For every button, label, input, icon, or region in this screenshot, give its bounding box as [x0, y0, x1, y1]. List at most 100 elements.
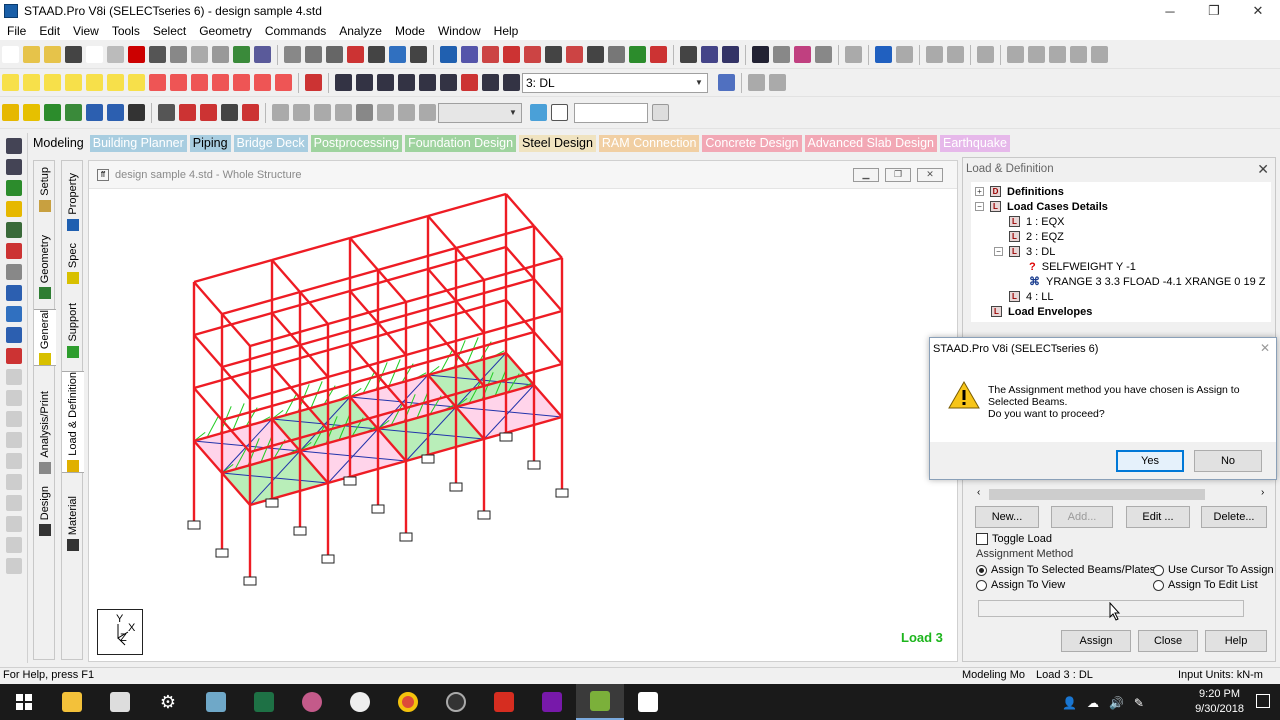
page-tab-modeling[interactable]: Modeling	[30, 134, 87, 152]
fixed-support[interactable]	[477, 510, 491, 520]
restore-button[interactable]: ❐	[1192, 0, 1236, 22]
menu-view[interactable]: View	[66, 24, 105, 38]
video-editor-taskbar-icon[interactable]	[624, 684, 672, 720]
row2-tool-icon-11[interactable]	[212, 74, 229, 91]
row3-tool-icon-18[interactable]	[335, 104, 352, 121]
tree-selfweight[interactable]: ? SELFWEIGHT Y -1	[1029, 259, 1136, 274]
row2-tool-icon-3[interactable]	[44, 74, 61, 91]
beam-z[interactable]	[505, 246, 535, 280]
beam-x[interactable]	[455, 330, 535, 356]
page-tab-building-planner[interactable]: Building Planner	[89, 134, 187, 152]
page-tab-ram-connection[interactable]: RAM Connection	[598, 134, 700, 152]
row2-tool-icon-8[interactable]	[149, 74, 166, 91]
beam-x[interactable]	[483, 256, 563, 282]
row3-tool-icon-20[interactable]	[377, 104, 394, 121]
row1-tool-icon-46[interactable]	[875, 46, 892, 63]
fixed-support[interactable]	[343, 476, 357, 486]
fixed-support[interactable]	[187, 520, 201, 530]
fixed-support[interactable]	[499, 432, 513, 442]
beam-x[interactable]	[377, 299, 457, 325]
beam-z[interactable]	[299, 291, 329, 325]
row1-tool-icon-49[interactable]	[926, 46, 943, 63]
yes-button[interactable]: Yes	[1116, 450, 1184, 472]
dialog-close-icon[interactable]: ✕	[1260, 341, 1270, 355]
start-button[interactable]	[0, 684, 48, 720]
row1-tool-icon-50[interactable]	[947, 46, 964, 63]
beam-z[interactable]	[299, 344, 329, 378]
row2-tool-icon-4[interactable]	[65, 74, 82, 91]
left-tool-icon-15[interactable]	[6, 432, 22, 448]
beam-x[interactable]	[221, 343, 301, 369]
tab-property[interactable]: Property	[62, 173, 84, 231]
row1-tool-icon-3[interactable]	[44, 46, 61, 63]
edit-button[interactable]: Edit ...	[1126, 506, 1190, 528]
row1-tool-icon-52[interactable]	[977, 46, 994, 63]
viewport-minimize-button[interactable]: ▁	[853, 167, 879, 182]
row1-tool-icon-57[interactable]	[1070, 46, 1087, 63]
row1-tool-icon-32[interactable]	[629, 46, 646, 63]
close-panel-button[interactable]: Close	[1138, 630, 1198, 652]
beam-x[interactable]	[427, 298, 507, 324]
row3-tool-icon-10[interactable]	[179, 104, 196, 121]
row1-tool-icon-44[interactable]	[845, 46, 862, 63]
staad-taskbar-icon[interactable]	[576, 684, 624, 720]
menu-tools[interactable]: Tools	[105, 24, 146, 38]
row3-tool-icon-6[interactable]	[107, 104, 124, 121]
tree-case-4[interactable]: L4 : LL	[1009, 289, 1054, 304]
row2-tool-icon-24[interactable]	[461, 74, 478, 91]
row1-tool-icon-7[interactable]	[128, 46, 145, 63]
row3-tool-icon-9[interactable]	[158, 104, 175, 121]
row2-tool-icon-25[interactable]	[482, 74, 499, 91]
people-icon[interactable]: 👤	[1062, 696, 1077, 710]
beam-z[interactable]	[271, 259, 301, 293]
row2-tool-icon-1[interactable]	[2, 74, 19, 91]
left-tool-icon-13[interactable]	[6, 390, 22, 406]
assign-button[interactable]: Assign	[1061, 630, 1131, 652]
tab-geometry[interactable]: Geometry	[34, 235, 56, 300]
beam-z[interactable]	[533, 278, 563, 312]
page-tab-bridge-deck[interactable]: Bridge Deck	[233, 134, 308, 152]
row2-tool-icon-21[interactable]	[398, 74, 415, 91]
beam-z[interactable]	[221, 313, 251, 347]
row1-tool-icon-54[interactable]	[1007, 46, 1024, 63]
left-tool-icon-10[interactable]	[6, 327, 22, 343]
beam-z[interactable]	[505, 299, 535, 333]
row1-tool-icon-28[interactable]	[545, 46, 562, 63]
new-button[interactable]: New...	[975, 506, 1039, 528]
row3-tool-icon-2[interactable]	[23, 104, 40, 121]
row3-tool-icon-7[interactable]	[128, 104, 145, 121]
row3-tool-icon-11[interactable]	[200, 104, 217, 121]
left-tool-icon-19[interactable]	[6, 516, 22, 532]
beam-z[interactable]	[193, 334, 223, 368]
row2-tool-icon-5[interactable]	[86, 74, 103, 91]
row3-tool-icon-5[interactable]	[86, 104, 103, 121]
tab-spec[interactable]: Spec	[62, 243, 84, 285]
beam-z[interactable]	[349, 237, 379, 271]
row1-tool-icon-11[interactable]	[212, 46, 229, 63]
row1-tool-icon-16[interactable]	[305, 46, 322, 63]
onenote-taskbar-icon[interactable]	[528, 684, 576, 720]
row2b-tool-icon-1[interactable]	[718, 74, 735, 91]
left-tool-icon-9[interactable]	[6, 306, 22, 322]
beam-z[interactable]	[349, 343, 379, 377]
fixed-support[interactable]	[265, 498, 279, 508]
left-tool-icon-3[interactable]	[6, 180, 22, 196]
tree-case-1[interactable]: L1 : EQX	[1009, 214, 1065, 229]
menu-window[interactable]: Window	[431, 24, 487, 38]
beam-x[interactable]	[193, 258, 273, 284]
beam-z[interactable]	[377, 322, 407, 356]
row1-tool-icon-30[interactable]	[587, 46, 604, 63]
row2-tool-icon-16[interactable]	[305, 74, 322, 91]
row1-tool-icon-41[interactable]	[794, 46, 811, 63]
help-button[interactable]: Help	[1205, 630, 1267, 652]
tab-setup[interactable]: Setup	[34, 167, 56, 212]
viewport-restore-button[interactable]: ❐	[885, 167, 911, 182]
beam-z[interactable]	[271, 312, 301, 346]
beam-x[interactable]	[193, 364, 273, 390]
row2-tool-icon-2[interactable]	[23, 74, 40, 91]
system-clock[interactable]: 9:20 PM 9/30/2018	[1195, 687, 1244, 717]
beam-z[interactable]	[427, 268, 457, 302]
beam-x[interactable]	[405, 278, 485, 304]
beam-x[interactable]	[271, 236, 351, 262]
beam-z[interactable]	[271, 365, 301, 399]
